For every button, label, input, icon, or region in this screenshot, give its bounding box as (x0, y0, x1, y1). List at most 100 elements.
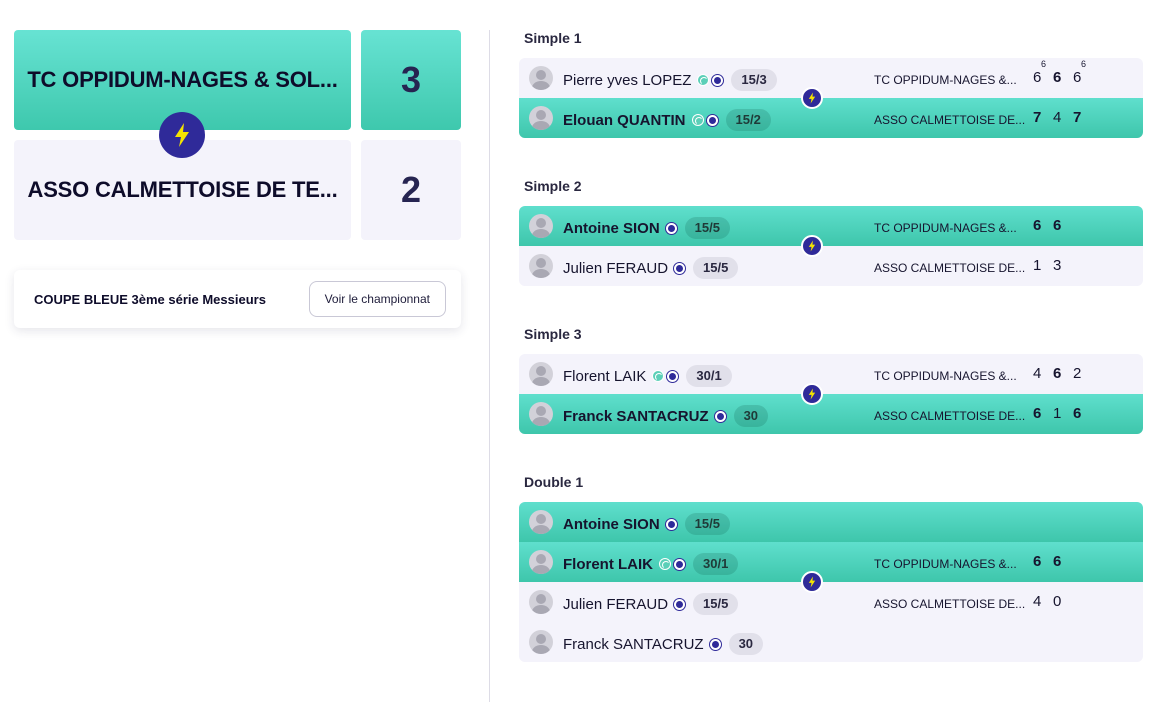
club-name: ASSO CALMETTOISE DE... (874, 409, 1026, 423)
match-title: Simple 3 (524, 326, 582, 342)
set-score: 6 (1033, 405, 1053, 422)
player-entry: Elouan QUANTIN 15/2 (563, 109, 771, 131)
player-entry: Julien FERAUD 15/5 (563, 257, 739, 279)
set-score: 4 (1053, 109, 1073, 126)
set-scores: 747 (1033, 109, 1093, 126)
set-score: 4 (1033, 365, 1053, 382)
tennis-ball-icon (697, 74, 710, 86)
championship-card: COUPE BLEUE 3ème série Messieurs Voir le… (14, 270, 461, 328)
ranking-badge: 15/2 (725, 109, 771, 131)
tennis-ball-icon (652, 370, 665, 382)
club-name: TC OPPIDUM-NAGES &... (874, 369, 1017, 383)
match-card[interactable]: Antoine SION 15/5 Florent LAIK 30/1 TC OPPID… (519, 502, 1143, 662)
player-entry: Julien FERAUD 15/5 (563, 593, 739, 615)
club-icon (674, 598, 686, 610)
set-games: 1 (1033, 257, 1042, 274)
set-scores: 616 (1033, 405, 1093, 422)
set-score: 6 (1053, 553, 1073, 570)
club-name: ASSO CALMETTOISE DE... (874, 597, 1026, 611)
ranking-badge: 15/5 (693, 593, 739, 615)
set-games: 6 (1073, 405, 1082, 422)
set-scores: 13 (1033, 257, 1073, 274)
view-championship-button[interactable]: Voir le championnat (308, 281, 446, 317)
player-name[interactable]: Julien FERAUD (563, 260, 668, 277)
player-row[interactable]: Franck SANTACRUZ 30 ASSO CALMETTOISE DE...… (519, 394, 1143, 434)
set-games: 0 (1053, 593, 1062, 610)
player-name[interactable]: Pierre yves LOPEZ (563, 72, 691, 89)
set-score: 0 (1053, 593, 1073, 610)
player-row[interactable]: Pierre yves LOPEZ 15/3 TC OPPIDUM-NAGES &.… (519, 58, 1143, 98)
ranking-badge: 30/1 (686, 365, 732, 387)
match-card[interactable]: Antoine SION 15/5 TC OPPIDUM-NAGES &... 6 6 J… (519, 206, 1143, 286)
set-score: 66 (1033, 59, 1053, 86)
tiebreak-score: 6 (1041, 59, 1047, 69)
set-games: 4 (1033, 593, 1042, 610)
player-name[interactable]: Florent LAIK (563, 556, 653, 573)
match-title: Simple 2 (524, 178, 582, 194)
set-games: 3 (1053, 257, 1062, 274)
set-scores: 66 (1033, 217, 1073, 234)
player-entry: Florent LAIK 30/1 (563, 365, 732, 387)
set-games: 6 (1053, 69, 1062, 86)
ranking-badge: 15/5 (693, 257, 739, 279)
avatar (529, 254, 553, 278)
set-score: 6 (1053, 69, 1073, 86)
team1-score: 3 (361, 30, 461, 130)
avatar (529, 630, 553, 654)
set-score: 6 (1053, 365, 1073, 382)
ranking-badge: 30/1 (693, 553, 739, 575)
match-card[interactable]: Pierre yves LOPEZ 15/3 TC OPPIDUM-NAGES &.… (519, 58, 1143, 138)
set-score: 7 (1073, 109, 1093, 126)
player-name[interactable]: Franck SANTACRUZ (563, 636, 704, 653)
set-games: 4 (1053, 109, 1062, 126)
tennis-ball-icon (659, 558, 671, 570)
player-row[interactable]: Antoine SION 15/5 TC OPPIDUM-NAGES &... 6 6 (519, 206, 1143, 246)
player-name[interactable]: Julien FERAUD (563, 596, 668, 613)
tiebreak-score: 6 (1081, 59, 1087, 69)
player-row[interactable]: Antoine SION 15/5 (519, 502, 1143, 542)
set-games: 7 (1033, 109, 1042, 126)
set-score: 66 (1073, 59, 1093, 86)
set-score: 1 (1053, 405, 1073, 422)
set-games: 6 (1053, 553, 1062, 570)
club-icon (667, 370, 679, 382)
player-row[interactable]: Franck SANTACRUZ 30 (519, 622, 1143, 662)
match-card[interactable]: Florent LAIK 30/1 TC OPPIDUM-NAGES &... 4 6 2… (519, 354, 1143, 434)
set-games: 6 (1033, 553, 1042, 570)
club-icon (665, 518, 677, 530)
club-name: TC OPPIDUM-NAGES &... (874, 557, 1017, 571)
player-name[interactable]: Florent LAIK (563, 368, 646, 385)
tennis-ball-icon (691, 114, 704, 126)
player-name[interactable]: Antoine SION (563, 516, 660, 533)
set-score: 2 (1073, 365, 1093, 382)
ranking-badge: 15/5 (684, 513, 730, 535)
lightning-bolt-icon (801, 571, 823, 593)
player-name[interactable]: Elouan QUANTIN (563, 112, 686, 129)
avatar (529, 510, 553, 534)
player-row[interactable]: Julien FERAUD 15/5 ASSO CALMETTOISE DE... 4… (519, 582, 1143, 622)
player-row[interactable]: Elouan QUANTIN 15/2 ASSO CALMETTOISE DE...… (519, 98, 1143, 138)
player-name[interactable]: Antoine SION (563, 220, 660, 237)
lightning-bolt-icon (159, 112, 205, 158)
club-icon (674, 262, 686, 274)
set-score: 6 (1073, 405, 1093, 422)
player-row[interactable]: Florent LAIK 30/1 TC OPPIDUM-NAGES &... 6 6 (519, 542, 1143, 582)
club-icon (706, 114, 718, 126)
club-name: TC OPPIDUM-NAGES &... (874, 221, 1017, 235)
player-row[interactable]: Florent LAIK 30/1 TC OPPIDUM-NAGES &... 4 6 2 (519, 354, 1143, 394)
set-games: 6 (1053, 365, 1062, 382)
avatar (529, 362, 553, 386)
club-name: TC OPPIDUM-NAGES &... (874, 73, 1017, 87)
set-games: 6 (1073, 69, 1082, 86)
player-row[interactable]: Julien FERAUD 15/5 ASSO CALMETTOISE DE... 1… (519, 246, 1143, 286)
lightning-bolt-icon (801, 235, 823, 257)
player-name[interactable]: Franck SANTACRUZ (563, 408, 709, 425)
player-entry: Antoine SION 15/5 (563, 513, 730, 535)
lightning-bolt-icon (801, 383, 823, 405)
avatar (529, 214, 553, 238)
set-games: 6 (1033, 405, 1042, 422)
set-score: 4 (1033, 593, 1053, 610)
player-entry: Pierre yves LOPEZ 15/3 (563, 69, 777, 91)
set-score: 1 (1033, 257, 1053, 274)
column-divider (489, 30, 490, 702)
